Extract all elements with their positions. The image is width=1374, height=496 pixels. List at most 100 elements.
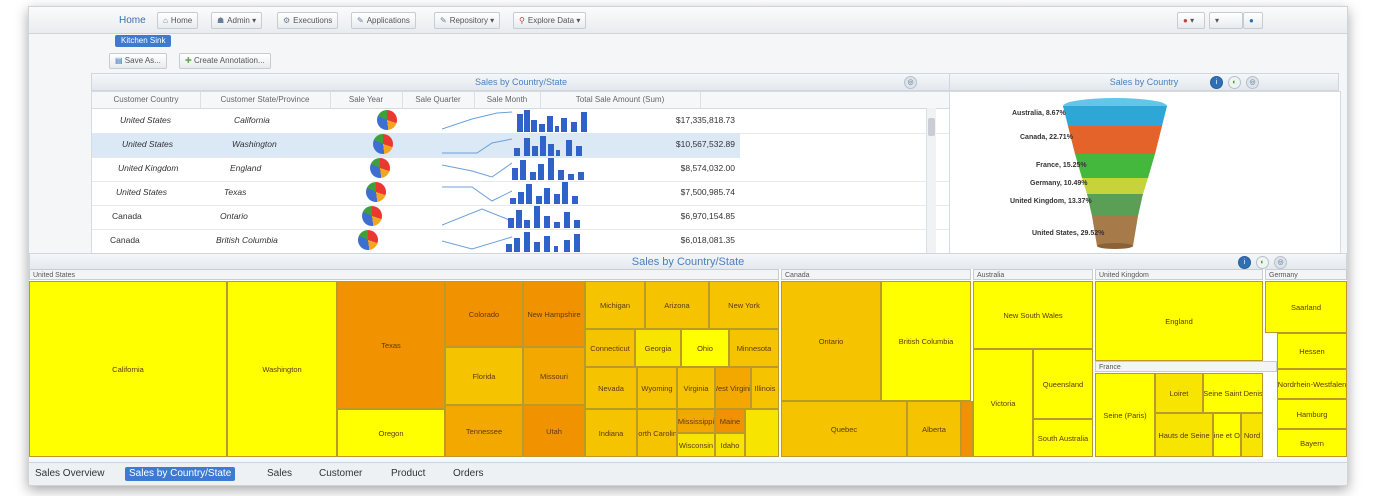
treemap-cell-ontario[interactable]: Ontario: [781, 281, 881, 401]
treemap-cell-alberta[interactable]: Alberta: [907, 401, 961, 457]
col-customer-state[interactable]: Customer State/Province: [200, 92, 331, 108]
year-pie-chart: [373, 134, 393, 154]
treemap-cell-seine-paris[interactable]: Seine (Paris): [1095, 373, 1155, 457]
table-row[interactable]: United States California $17,335,818.73: [92, 109, 952, 134]
col-customer-country[interactable]: Customer Country: [92, 92, 201, 108]
table-row[interactable]: United States Texas $7,500,985.74: [92, 181, 952, 206]
save-as-button[interactable]: ▤ Save As...: [109, 53, 167, 69]
nav-executions-button[interactable]: ⚙ Executions: [277, 12, 339, 29]
treemap-cell-virginia[interactable]: Virginia: [677, 367, 715, 409]
treemap-cell-arizona[interactable]: Arizona: [645, 281, 709, 329]
treemap-cell-indiana[interactable]: Indiana: [585, 409, 637, 457]
alert-menu-button[interactable]: ● ▾: [1177, 12, 1205, 29]
treemap-cell-south-australia[interactable]: South Australia: [1033, 419, 1093, 457]
treemap-cell-georgia[interactable]: Georgia: [635, 329, 681, 367]
treemap-cell-hamburg[interactable]: Hamburg: [1277, 399, 1347, 429]
col-total-sale-amount[interactable]: Total Sale Amount (Sum): [540, 92, 701, 108]
treemap-cell-wyoming[interactable]: Wyoming: [637, 367, 677, 409]
treemap-cell-seine-saint-denis[interactable]: Seine Saint Denis: [1203, 373, 1263, 413]
nav-repository-button[interactable]: ✎ Repository ▾: [434, 12, 501, 29]
cell-state: England: [230, 163, 262, 173]
treemap-cell-texas[interactable]: Texas: [337, 281, 445, 409]
treemap-group-header[interactable]: United States: [29, 269, 779, 280]
treemap-cell-washington[interactable]: Washington: [227, 281, 337, 457]
treemap-cell-new-hampshire[interactable]: New Hampshire: [523, 281, 585, 347]
treemap-cell-hessen[interactable]: Hessen: [1277, 333, 1347, 369]
col-sale-quarter[interactable]: Sale Quarter: [402, 92, 475, 108]
treemap-cell-new-south-wales[interactable]: New South Wales: [973, 281, 1093, 349]
treemap-cell-maine[interactable]: Maine: [715, 409, 745, 433]
treemap-cell-oregon[interactable]: Oregon: [337, 409, 445, 457]
treemap-cell-idaho[interactable]: Idaho: [715, 433, 745, 457]
treemap-cell-west-virginia[interactable]: West Virginia: [715, 367, 751, 409]
tab-sales[interactable]: Sales: [263, 467, 296, 481]
treemap-cell-illinois[interactable]: Illinois: [751, 367, 779, 409]
treemap-cell-saarland[interactable]: Saarland: [1265, 281, 1347, 333]
treemap-cell-minnesota[interactable]: Minnesota: [729, 329, 779, 367]
nav-applications-button[interactable]: ✎ Applications: [351, 12, 416, 29]
treemap-cell-mississippi[interactable]: Mississippi: [677, 409, 715, 433]
treemap-cell-loiret[interactable]: Loiret: [1155, 373, 1203, 413]
tab-product[interactable]: Product: [387, 467, 429, 481]
nav-admin-button[interactable]: ☗ Admin ▾: [211, 12, 263, 29]
chart-type-icon[interactable]: ◐: [1228, 76, 1241, 89]
panel-options-icon[interactable]: ◎: [904, 76, 917, 89]
treemap-group-header[interactable]: Canada: [781, 269, 971, 280]
treemap-cell-victoria[interactable]: Victoria: [973, 349, 1033, 457]
treemap-cell-missouri[interactable]: Missouri: [523, 347, 585, 405]
table-row[interactable]: United States Washington $10,567,532.89: [92, 133, 740, 158]
treemap-cell-michigan[interactable]: Michigan: [585, 281, 645, 329]
treemap-cell-other-province[interactable]: [961, 401, 973, 457]
info-icon[interactable]: i: [1210, 76, 1223, 89]
treemap-cell-queensland[interactable]: Queensland: [1033, 349, 1093, 419]
grid-scrollbar[interactable]: [926, 108, 936, 253]
treemap-cell-british-columbia[interactable]: British Columbia: [881, 281, 971, 401]
tab-sales-by-country-state[interactable]: Sales by Country/State: [125, 467, 236, 481]
tab-orders[interactable]: Orders: [449, 467, 488, 481]
globe-button[interactable]: ●: [1243, 12, 1263, 29]
treemap-cell-new-york[interactable]: New York: [709, 281, 779, 329]
treemap-cell-florida[interactable]: Florida: [445, 347, 523, 405]
tab-sales-overview[interactable]: Sales Overview: [31, 467, 108, 481]
create-annotation-button[interactable]: ✚ Create Annotation...: [179, 53, 271, 69]
scroll-thumb[interactable]: [928, 118, 935, 136]
tab-customer[interactable]: Customer: [315, 467, 366, 481]
treemap-cell-small-states[interactable]: [745, 409, 779, 457]
treemap-cell-north-carolina[interactable]: North Carolina: [637, 409, 677, 457]
treemap-group-header[interactable]: France: [1095, 361, 1277, 372]
table-row[interactable]: Canada Ontario $6,970,154.85: [92, 205, 952, 230]
treemap-cell-tennessee[interactable]: Tennessee: [445, 405, 523, 457]
treemap-cell-seine-et-oise[interactable]: Seine et Oise: [1213, 413, 1241, 457]
treemap-group-header[interactable]: Germany: [1265, 269, 1347, 280]
user-menu-button[interactable]: ▾: [1209, 12, 1243, 29]
brand-home-link[interactable]: Home: [119, 15, 146, 26]
nav-explore-button[interactable]: ⚲ Explore Data ▾: [513, 12, 587, 29]
nav-home-button[interactable]: ⌂ Home: [157, 12, 199, 29]
table-row[interactable]: Canada British Columbia $6,018,081.35: [92, 229, 952, 254]
treemap-cell-colorado[interactable]: Colorado: [445, 281, 523, 347]
treemap-group-header[interactable]: United Kingdom: [1095, 269, 1263, 280]
treemap-cell-ohio[interactable]: Ohio: [681, 329, 729, 367]
treemap-cell-connecticut[interactable]: Connecticut: [585, 329, 635, 367]
treemap-cell-nord[interactable]: Nord: [1241, 413, 1263, 457]
kitchen-sink-tab[interactable]: Kitchen Sink: [115, 35, 172, 47]
treemap-cell-bayern[interactable]: Bayern: [1277, 429, 1347, 457]
treemap-cell-england[interactable]: England: [1095, 281, 1263, 361]
grid-panel-title: Sales by Country/State: [474, 77, 568, 87]
panel-options-icon[interactable]: ◎: [1274, 256, 1287, 269]
treemap-group-header[interactable]: Australia: [973, 269, 1093, 280]
info-icon[interactable]: i: [1238, 256, 1251, 269]
chart-type-icon[interactable]: ◐: [1256, 256, 1269, 269]
treemap-cell-nordrhein-westfalen[interactable]: Nordrhein-Westfalen: [1277, 369, 1347, 399]
treemap-cell-utah[interactable]: Utah: [523, 405, 585, 457]
treemap-cell-california[interactable]: California: [29, 281, 227, 457]
treemap-cell-hauts-de-seine[interactable]: Hauts de Seine: [1155, 413, 1213, 457]
table-row[interactable]: United Kingdom England $8,574,032.00: [92, 157, 952, 182]
nav-home-label: Home: [170, 16, 193, 25]
col-sale-year[interactable]: Sale Year: [330, 92, 403, 108]
treemap-cell-wisconsin[interactable]: Wisconsin: [677, 433, 715, 457]
treemap-cell-nevada[interactable]: Nevada: [585, 367, 637, 409]
col-sale-month[interactable]: Sale Month: [474, 92, 541, 108]
treemap-cell-quebec[interactable]: Quebec: [781, 401, 907, 457]
panel-options-icon[interactable]: ◎: [1246, 76, 1259, 89]
